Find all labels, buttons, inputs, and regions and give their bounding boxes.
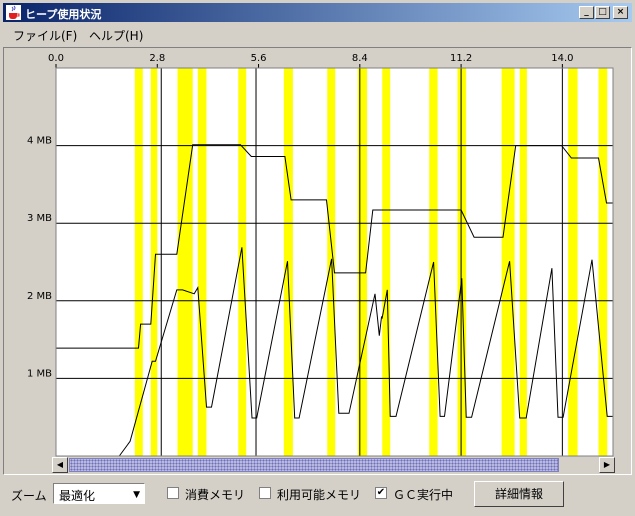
close-button[interactable]: × — [613, 6, 628, 19]
scroll-right-button[interactable]: ▶ — [599, 457, 615, 473]
available-memory-checkbox-box[interactable] — [259, 487, 271, 499]
scroll-left-button[interactable]: ◀ — [52, 457, 68, 473]
heap-usage-window: ヒープ使用状況 _ □ × ファイル(F) ヘルプ(H) 1 MB 2 MB 3 M… — [0, 0, 635, 516]
gc-band — [150, 68, 158, 456]
x-tick-label: 0.0 — [48, 53, 64, 64]
x-tick-label: 5.6 — [251, 53, 267, 64]
x-tick-label: 8.4 — [352, 53, 368, 64]
available-memory-checkbox[interactable]: 利用可能メモリ — [259, 484, 363, 502]
gc-band — [457, 68, 467, 456]
window-title: ヒープ使用状況 — [25, 8, 102, 21]
gc-running-checkbox[interactable]: ✔ ＧＣ実行中 — [375, 484, 457, 502]
scroll-thumb[interactable] — [69, 458, 559, 472]
gc-band — [357, 68, 368, 456]
gc-running-label: ＧＣ実行中 — [393, 488, 454, 502]
zoom-label: ズーム — [11, 489, 47, 503]
y-tick-label: 4 MB — [27, 136, 52, 147]
consumed-memory-label: 消費メモリ — [185, 488, 246, 502]
y-tick-label: 1 MB — [27, 368, 52, 379]
heap-chart: 1 MB 2 MB 3 MB 4 MB 0.0 2.8 5.6 8.4 11.2 14.0 — [27, 53, 614, 457]
consumed-memory-checkbox[interactable]: 消費メモリ — [167, 484, 249, 502]
zoom-select[interactable]: 最適化 ▼ — [53, 483, 145, 504]
x-tick-label: 2.8 — [149, 53, 165, 64]
consumed-memory-checkbox-box[interactable] — [167, 487, 179, 499]
gc-running-checkbox-box[interactable]: ✔ — [375, 487, 387, 499]
gc-band — [501, 68, 515, 456]
menu-file[interactable]: ファイル(F) — [13, 27, 77, 44]
gc-band — [197, 68, 207, 456]
available-memory-label: 利用可能メモリ — [277, 488, 362, 502]
zoom-value: 最適化 — [59, 489, 96, 503]
menu-bar: ファイル(F) ヘルプ(H) — [3, 24, 632, 44]
x-tick-label: 11.2 — [450, 53, 472, 64]
maximize-button[interactable]: □ — [595, 6, 610, 19]
gc-band — [568, 68, 578, 456]
x-tick-label: 14.0 — [551, 53, 573, 64]
gc-band — [382, 68, 391, 456]
heap-chart-panel: 1 MB 2 MB 3 MB 4 MB 0.0 2.8 5.6 8.4 11.2 14.0 — [3, 47, 632, 475]
y-tick-label: 3 MB — [27, 213, 52, 224]
java-cup-icon — [6, 5, 21, 20]
gc-band — [519, 68, 527, 456]
gc-band — [177, 68, 193, 456]
horizontal-scrollbar[interactable]: ◀ ▶ — [52, 457, 615, 473]
detail-info-button[interactable]: 詳細情報 — [474, 481, 564, 507]
gc-band — [283, 68, 293, 456]
control-bar: ズーム 最適化 ▼ 消費メモリ 利用可能メモリ ✔ ＧＣ実行中 詳細情報 — [3, 478, 632, 512]
title-bar[interactable]: ヒープ使用状況 _ □ × — [3, 3, 632, 22]
gc-band — [598, 68, 608, 456]
chevron-down-icon[interactable]: ▼ — [133, 490, 140, 500]
menu-help[interactable]: ヘルプ(H) — [89, 27, 143, 44]
minimize-button[interactable]: _ — [579, 6, 594, 19]
y-tick-label: 2 MB — [27, 291, 52, 302]
